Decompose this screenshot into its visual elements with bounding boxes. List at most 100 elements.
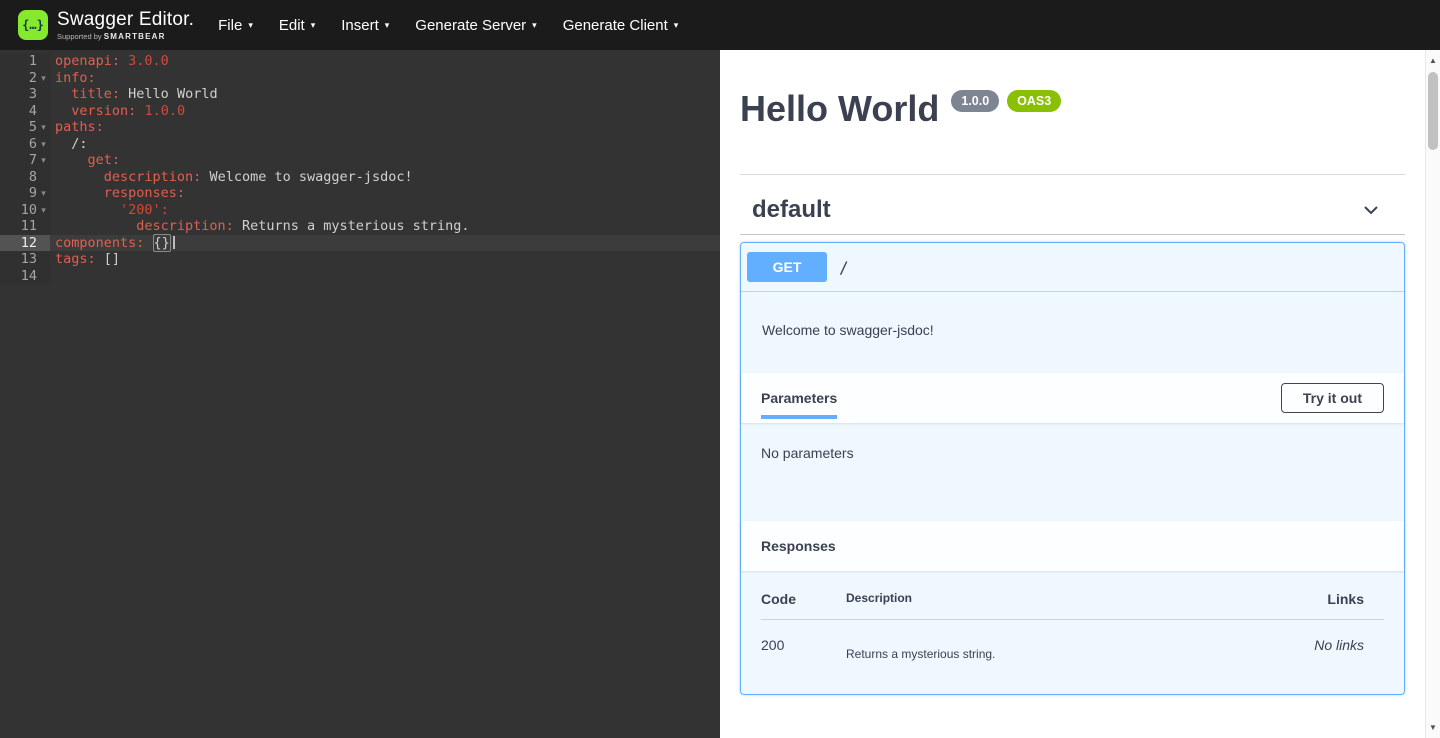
vertical-scrollbar[interactable]: ▲ ▼ xyxy=(1425,50,1440,738)
code-line-text[interactable]: responses: xyxy=(50,185,720,202)
editor-line-11[interactable]: 11 description: Returns a mysterious str… xyxy=(0,218,720,235)
api-badges: 1.0.0 OAS3 xyxy=(951,90,1061,112)
editor-line-6[interactable]: 6▾ /: xyxy=(0,136,720,153)
code-line-text[interactable]: openapi: 3.0.0 xyxy=(50,53,720,70)
editor-line-14[interactable]: 14 xyxy=(0,268,720,285)
editor-line-3[interactable]: 3 title: Hello World xyxy=(0,86,720,103)
scroll-down-arrow-icon[interactable]: ▼ xyxy=(1426,723,1440,732)
responses-title: Responses xyxy=(761,538,836,554)
code-line-text[interactable]: get: xyxy=(50,152,720,169)
menu-insert[interactable]: Insert ▾ xyxy=(341,17,389,34)
fold-arrow-icon[interactable]: ▾ xyxy=(37,152,50,169)
swagger-logo-icon: {…} xyxy=(18,10,48,40)
text-cursor xyxy=(173,236,175,249)
code-line-text[interactable]: '200': xyxy=(50,202,720,219)
caret-down-icon: ▾ xyxy=(385,20,390,31)
editor-line-8[interactable]: 8 description: Welcome to swagger-jsdoc! xyxy=(0,169,720,186)
brand-title: Swagger Editor. xyxy=(57,10,194,30)
api-title-row: Hello World 1.0.0 OAS3 xyxy=(740,88,1405,130)
fold-arrow-icon[interactable]: ▾ xyxy=(37,202,50,219)
menu-generate-server-label: Generate Server xyxy=(415,17,526,34)
line-number-gutter[interactable]: 4 xyxy=(0,103,50,120)
menu-generate-server[interactable]: Generate Server ▾ xyxy=(415,17,536,34)
line-number: 13 xyxy=(21,251,37,268)
no-parameters-text: No parameters xyxy=(741,423,1404,521)
line-number: 7 xyxy=(29,152,37,169)
editor-line-10[interactable]: 10▾ '200': xyxy=(0,202,720,219)
editor-line-9[interactable]: 9▾ responses: xyxy=(0,185,720,202)
line-number: 11 xyxy=(21,218,37,235)
caret-down-icon: ▾ xyxy=(532,20,537,31)
line-number-gutter[interactable]: 2▾ xyxy=(0,70,50,87)
col-header-code: Code xyxy=(761,591,846,607)
fold-arrow-icon[interactable]: ▾ xyxy=(37,119,50,136)
yaml-code-editor[interactable]: 1openapi: 3.0.02▾info:3 title: Hello Wor… xyxy=(0,50,720,738)
editor-line-13[interactable]: 13 tags: [] xyxy=(0,251,720,268)
line-number-gutter[interactable]: 12 xyxy=(0,235,50,252)
menu-file[interactable]: File ▾ xyxy=(218,17,253,34)
fold-arrow-icon[interactable]: ▾ xyxy=(37,136,50,153)
editor-line-12[interactable]: 12 components: {} xyxy=(0,235,720,252)
line-number-gutter[interactable]: 10▾ xyxy=(0,202,50,219)
fold-arrow-icon[interactable]: ▾ xyxy=(37,70,50,87)
line-number-gutter[interactable]: 1 xyxy=(0,53,50,70)
col-header-description: Description xyxy=(846,591,1294,607)
opblock-summary[interactable]: GET / xyxy=(741,243,1404,292)
get-method-badge: GET xyxy=(747,252,827,282)
line-number-gutter[interactable]: 8 xyxy=(0,169,50,186)
editor-line-5[interactable]: 5▾paths: xyxy=(0,119,720,136)
menu-edit[interactable]: Edit ▾ xyxy=(279,17,315,34)
tag-default-header[interactable]: default xyxy=(740,175,1405,235)
menu-generate-client[interactable]: Generate Client ▾ xyxy=(563,17,679,34)
smartbear-brand-text: SMARTBEAR xyxy=(104,32,166,41)
line-number: 12 xyxy=(21,235,37,252)
operation-path: / xyxy=(839,258,849,277)
code-line-text[interactable] xyxy=(50,268,720,285)
line-number: 14 xyxy=(21,268,37,285)
line-number-gutter[interactable]: 9▾ xyxy=(0,185,50,202)
responses-table-header: Code Description Links xyxy=(761,591,1384,620)
code-line-text[interactable]: description: Returns a mysterious string… xyxy=(50,218,720,235)
line-number-gutter[interactable]: 5▾ xyxy=(0,119,50,136)
line-number: 9 xyxy=(29,185,37,202)
response-code: 200 xyxy=(761,637,846,661)
brand-text: Swagger Editor. Supported by SMARTBEAR xyxy=(57,10,194,41)
line-number: 3 xyxy=(29,86,37,103)
parameters-header: Parameters Try it out xyxy=(741,373,1404,423)
line-number-gutter[interactable]: 13 xyxy=(0,251,50,268)
editor-line-7[interactable]: 7▾ get: xyxy=(0,152,720,169)
editor-line-4[interactable]: 4 version: 1.0.0 xyxy=(0,103,720,120)
menu-edit-label: Edit xyxy=(279,17,305,34)
tag-name: default xyxy=(752,195,831,224)
line-number-gutter[interactable]: 11 xyxy=(0,218,50,235)
scroll-up-arrow-icon[interactable]: ▲ xyxy=(1426,56,1440,65)
scrollbar-thumb[interactable] xyxy=(1428,72,1438,150)
operation-description: Welcome to swagger-jsdoc! xyxy=(741,292,1404,373)
api-info-section: Hello World 1.0.0 OAS3 xyxy=(740,50,1405,175)
try-it-out-button[interactable]: Try it out xyxy=(1281,383,1384,413)
code-line-text[interactable]: /: xyxy=(50,136,720,153)
code-line-text[interactable]: info: xyxy=(50,70,720,87)
chevron-down-icon[interactable] xyxy=(1361,200,1381,220)
oas3-badge: OAS3 xyxy=(1007,90,1061,112)
code-line-text[interactable]: paths: xyxy=(50,119,720,136)
line-number-gutter[interactable]: 3 xyxy=(0,86,50,103)
fold-arrow-icon[interactable]: ▾ xyxy=(37,185,50,202)
code-line-text[interactable]: title: Hello World xyxy=(50,86,720,103)
line-number: 8 xyxy=(29,169,37,186)
line-number-gutter[interactable]: 14 xyxy=(0,268,50,285)
caret-down-icon: ▾ xyxy=(248,20,253,31)
code-line-text[interactable]: description: Welcome to swagger-jsdoc! xyxy=(50,169,720,186)
line-number-gutter[interactable]: 6▾ xyxy=(0,136,50,153)
editor-line-2[interactable]: 2▾info: xyxy=(0,70,720,87)
tag-section: default GET / Welcome to swagger-jsdoc! … xyxy=(740,175,1405,695)
menu-bar: File ▾ Edit ▾ Insert ▾ Generate Server ▾… xyxy=(218,17,678,34)
editor-line-1[interactable]: 1openapi: 3.0.0 xyxy=(0,53,720,70)
line-number: 5 xyxy=(29,119,37,136)
code-line-text[interactable]: tags: [] xyxy=(50,251,720,268)
response-links: No links xyxy=(1294,637,1384,661)
line-number-gutter[interactable]: 7▾ xyxy=(0,152,50,169)
tab-parameters[interactable]: Parameters xyxy=(761,390,837,406)
code-line-text[interactable]: version: 1.0.0 xyxy=(50,103,720,120)
code-line-text[interactable]: components: {} xyxy=(50,235,720,252)
